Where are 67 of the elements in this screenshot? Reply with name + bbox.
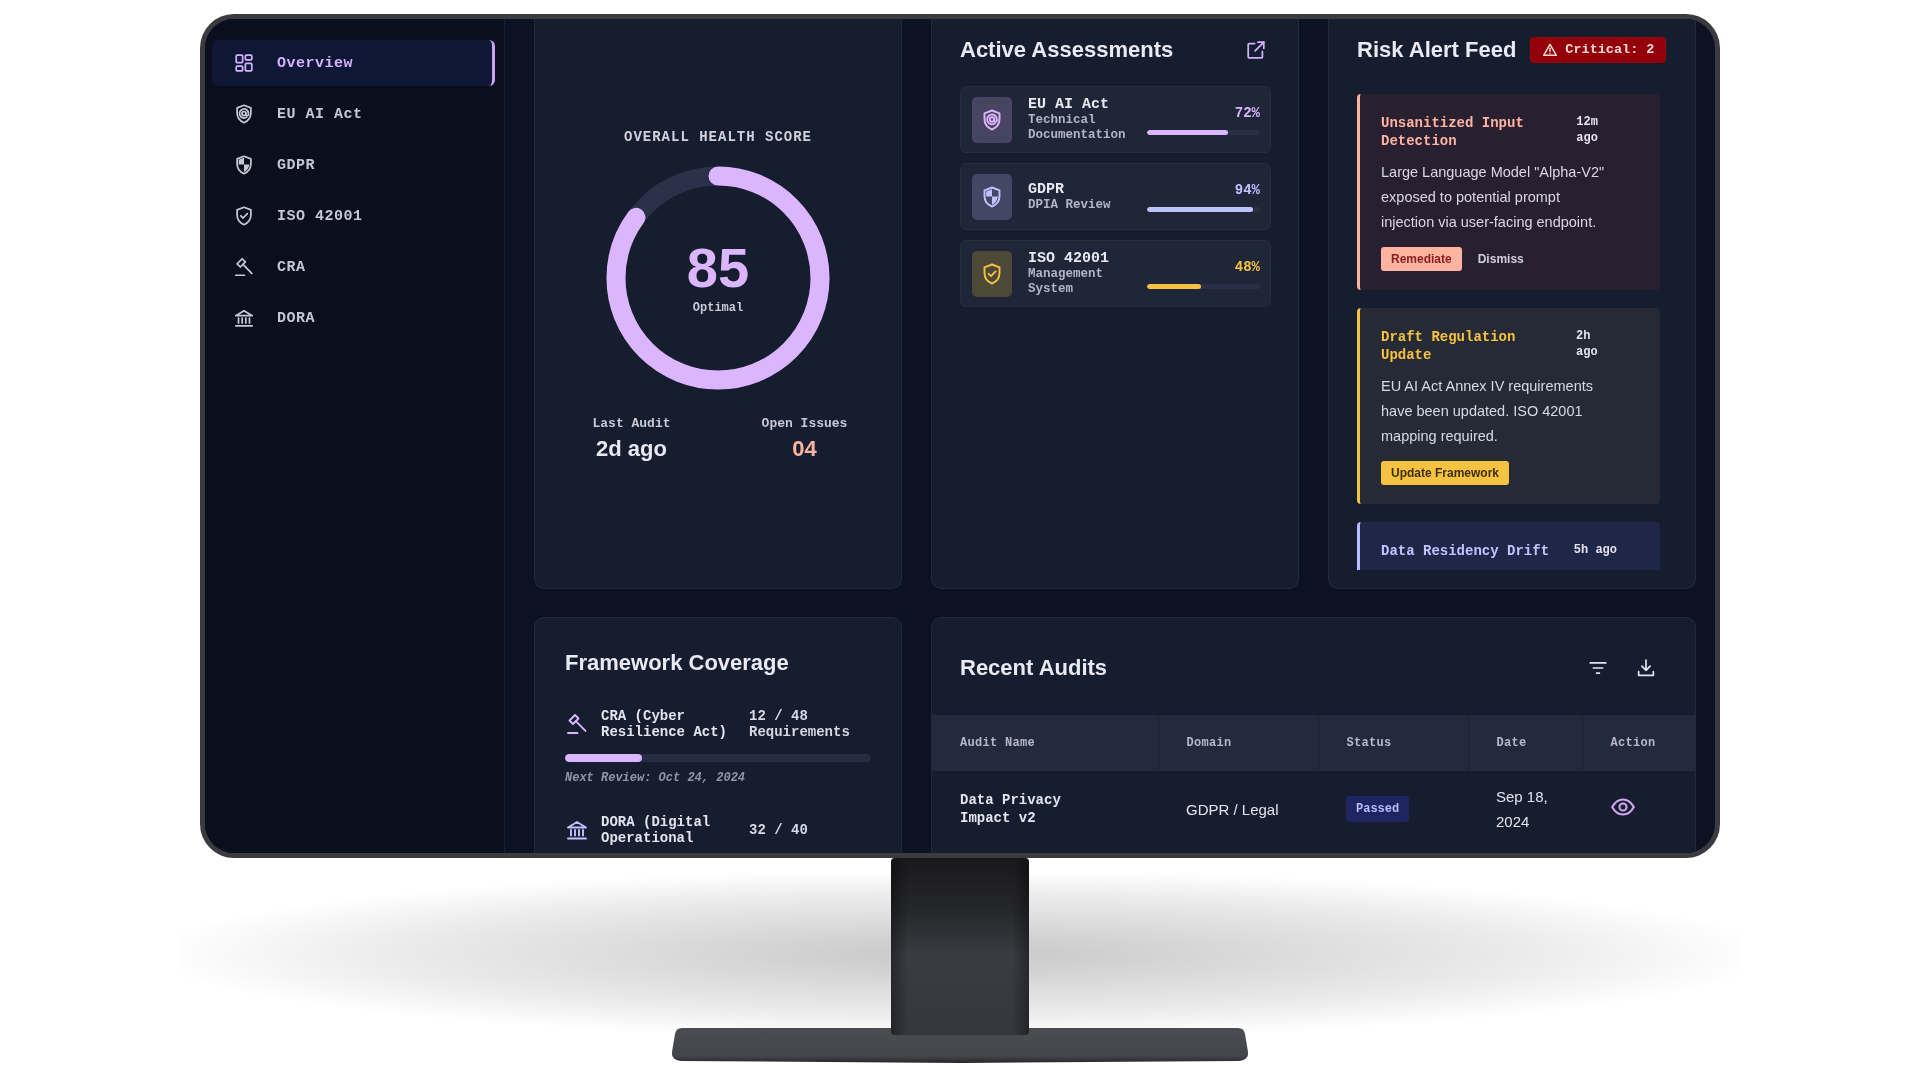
stat-value: 04	[792, 436, 817, 462]
stat-label: Open Issues	[761, 416, 848, 432]
shield-icon	[972, 173, 1012, 220]
warning-icon	[1542, 42, 1559, 58]
stat-value: 2d ago	[596, 436, 667, 462]
percent-value: 72%	[1234, 104, 1260, 122]
table-cell: GDPR / Legal	[1158, 771, 1318, 847]
sidebar-item[interactable]: CRA	[212, 244, 495, 290]
percent-value: 94%	[1234, 181, 1260, 199]
card-title: OVERALL HEALTH SCORE	[624, 129, 812, 145]
requirement-count: 12 / 48 Requirements	[749, 708, 851, 740]
sidebar-item[interactable]: Overview	[212, 40, 495, 86]
column-header: Date	[1468, 715, 1582, 771]
alert-message: EU AI Act Annex IV requirements have been updated. ISO 42001 mapping required.	[1381, 377, 1594, 446]
percent-value: 48%	[1234, 258, 1260, 276]
critical-count: Critical: 2	[1565, 43, 1655, 57]
sidebar-item[interactable]: GDPR	[212, 142, 495, 188]
gavel-icon	[233, 256, 255, 278]
alert-time: 5h ago	[1573, 542, 1617, 558]
alert-title: Data Residency Drift	[1381, 542, 1551, 560]
stat-label: Last Audit	[592, 416, 671, 432]
score-status: Optimal	[692, 300, 744, 316]
card-title: Active Assessments	[960, 36, 1174, 64]
status-tag: Passed	[1346, 796, 1410, 822]
alert-message: Large Language Model "Alpha-V2" exposed to potential prompt injection via user-facing endpoint.	[1381, 163, 1606, 232]
assessment-detail: Management System	[1028, 267, 1104, 297]
assessment-card[interactable]: ISO 42001 Management System 48%	[960, 240, 1271, 307]
assessment-card[interactable]: GDPR DPIA Review 94%	[960, 163, 1271, 230]
card-title: Recent Audits	[960, 654, 1108, 682]
table-cell: Data Privacy Impact v2	[932, 771, 1158, 847]
dismiss-button[interactable]: Dismiss	[1477, 247, 1524, 271]
alert-title: Draft Regulation Update	[1381, 328, 1517, 364]
column-header: Domain	[1158, 715, 1318, 771]
sidebar-item[interactable]: EU AI Act	[212, 91, 495, 137]
requirement-count: 32 / 40	[749, 822, 808, 838]
download-icon[interactable]	[1635, 657, 1657, 679]
score-value: 85	[686, 240, 750, 296]
alert-time: 2h ago	[1576, 328, 1599, 360]
framework-name: CRA (Cyber Resilience Act)	[601, 708, 729, 740]
next-review: Next Review: Oct 24, 2024	[565, 770, 746, 786]
shield-check-icon	[972, 250, 1012, 297]
grid-icon	[233, 52, 255, 74]
column-header: Status	[1318, 715, 1468, 771]
framework-name: DORA (Digital Operational	[601, 814, 712, 846]
shield-icon	[972, 96, 1012, 143]
card-title: Framework Coverage	[565, 649, 790, 677]
shield-check-icon	[233, 205, 255, 227]
shield-icon	[233, 103, 255, 125]
column-header: Audit Name	[932, 715, 1158, 771]
assessment-name: ISO 42001	[1028, 250, 1110, 267]
card-title: Risk Alert Feed	[1357, 36, 1517, 64]
assessment-detail: Technical Documentation	[1028, 113, 1127, 143]
action-button[interactable]: Remediate	[1381, 247, 1462, 271]
column-header: Action	[1582, 715, 1695, 771]
bank-icon	[233, 307, 255, 329]
action-button[interactable]: Update Framework	[1381, 461, 1510, 485]
shield-icon	[233, 154, 255, 176]
alert-time: 12m ago	[1576, 114, 1599, 146]
alert-title: Unsanitized Input Detection	[1381, 114, 1525, 150]
sidebar-item[interactable]: DORA	[212, 295, 495, 341]
external-link-icon[interactable]	[1245, 39, 1267, 61]
assessment-card[interactable]: EU AI Act Technical Documentation 72%	[960, 86, 1271, 153]
assessment-name: EU AI Act	[1028, 96, 1110, 113]
table-cell: Sep 18, 2024	[1468, 771, 1582, 847]
assessment-name: GDPR	[1028, 180, 1065, 198]
assessment-detail: DPIA Review	[1028, 197, 1112, 213]
sidebar-item[interactable]: ISO 42001	[212, 193, 495, 239]
